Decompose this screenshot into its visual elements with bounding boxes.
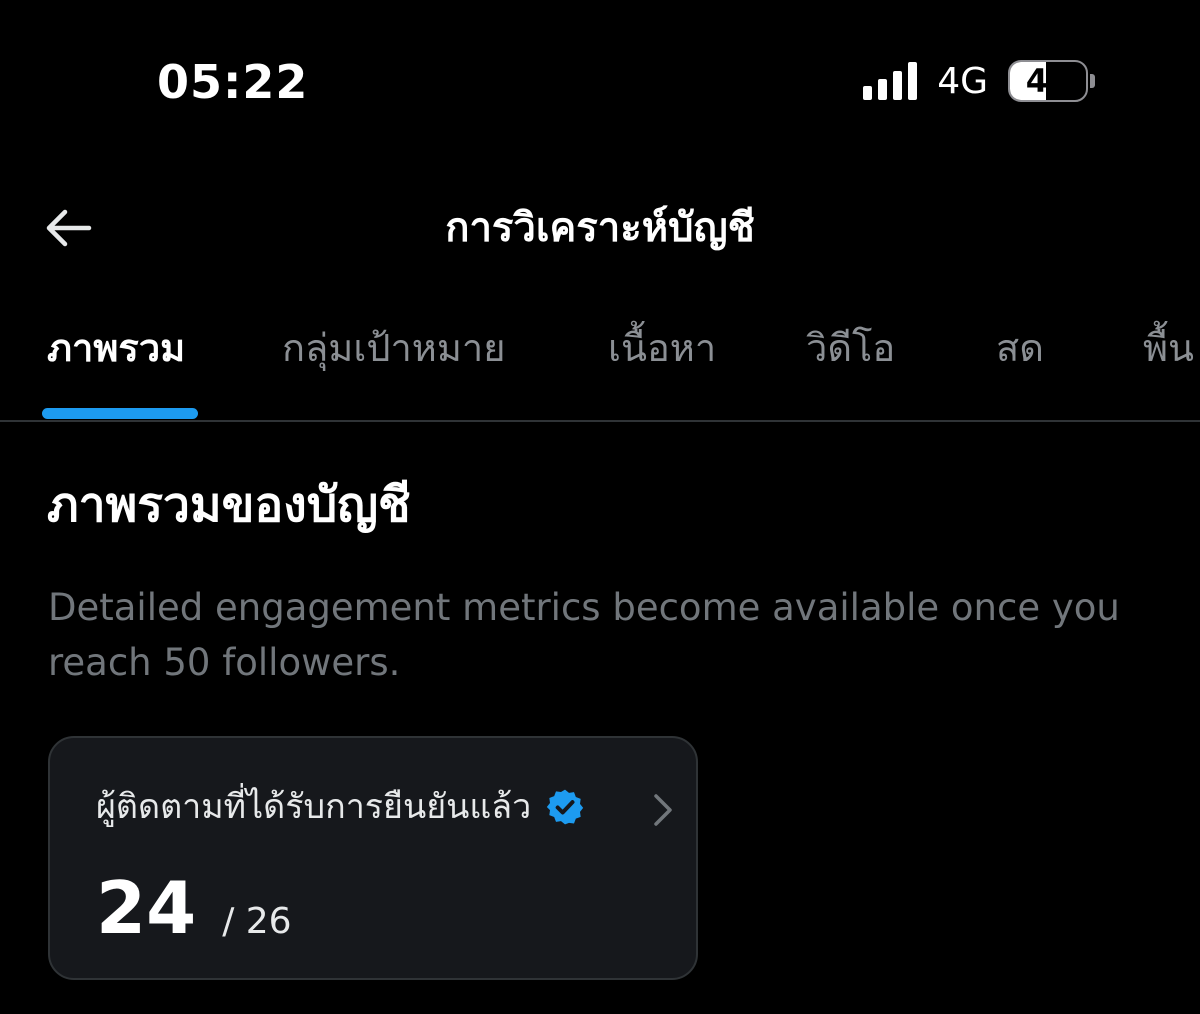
battery-level: 48: [1025, 62, 1071, 100]
tab-live[interactable]: สด: [996, 318, 1044, 378]
page-title: การวิเคราะห์บัญชี: [445, 205, 755, 251]
tab-more[interactable]: พื้น: [1143, 318, 1194, 378]
network-type: 4G: [937, 60, 988, 102]
tabs-divider: [0, 420, 1200, 422]
tab-bar: ภาพรวม กลุ่มเป้าหมาย เนื้อหา วิดีโอ สด พ…: [0, 318, 1200, 378]
status-time: 05:22: [157, 55, 309, 109]
section-title: ภาพรวมของบัญชี: [47, 477, 411, 533]
verified-followers-card[interactable]: ผู้ติดตามที่ได้รับการยืนยันแล้ว 24 / 26: [48, 736, 698, 980]
battery-tip: [1090, 74, 1095, 88]
card-label: ผู้ติดตามที่ได้รับการยืนยันแล้ว: [96, 787, 532, 827]
verified-badge-icon: [547, 789, 584, 825]
tab-content[interactable]: เนื้อหา: [608, 318, 716, 378]
active-tab-indicator: [42, 408, 198, 419]
tab-overview[interactable]: ภาพรวม: [47, 318, 185, 378]
tab-audience[interactable]: กลุ่มเป้าหมาย: [282, 318, 506, 378]
tab-video[interactable]: วิดีโอ: [806, 318, 895, 378]
metric-total: / 26: [222, 901, 292, 942]
card-value-row: 24 / 26: [96, 866, 292, 950]
battery-icon: 48: [1008, 60, 1088, 102]
card-label-row: ผู้ติดตามที่ได้รับการยืนยันแล้ว: [96, 782, 585, 832]
section-description: Detailed engagement metrics become avail…: [48, 586, 1120, 684]
signal-bars-icon: [863, 62, 918, 100]
metric-value: 24: [96, 866, 197, 950]
status-indicators: 4G 48: [863, 58, 1095, 104]
chevron-right-icon: [654, 794, 672, 826]
